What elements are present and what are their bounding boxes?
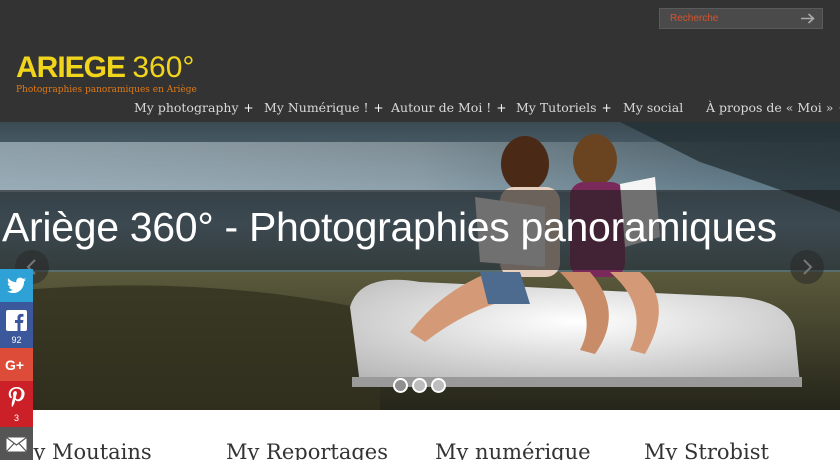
search-input[interactable]: [660, 9, 800, 28]
submenu-plus-icon: +: [601, 101, 612, 115]
featured-sections: My Moutains My Reportages My numérique M…: [0, 410, 840, 460]
search-form: [659, 8, 823, 29]
facebook-share-count: 92: [11, 335, 22, 345]
slider-dot-2[interactable]: [412, 378, 427, 393]
chevron-right-icon: [803, 259, 813, 275]
envelope-icon: [6, 437, 27, 452]
submenu-plus-icon: +: [496, 101, 507, 115]
pinterest-p-icon: [8, 387, 25, 408]
twitter-bird-icon: [7, 277, 26, 294]
slider-dot-3[interactable]: [431, 378, 446, 393]
nav-item-label: À propos de « Moi »: [706, 100, 834, 115]
section-heading-strobist[interactable]: My Strobist: [644, 440, 769, 460]
nav-item-my-numerique[interactable]: My Numérique ! +: [264, 100, 384, 115]
nav-item-autour-de-moi[interactable]: Autour de Moi ! +: [391, 100, 506, 115]
pinterest-share-count: 3: [13, 413, 19, 423]
nav-item-label: Autour de Moi !: [391, 100, 492, 115]
arrow-right-icon[interactable]: [800, 12, 816, 25]
site-tagline: Photographies panoramiques en Ariège: [16, 85, 197, 95]
nav-item-my-photography[interactable]: My photography +: [134, 100, 254, 115]
nav-item-my-tutoriels[interactable]: My Tutoriels +: [516, 100, 612, 115]
site-header: ARIEGE 360° Photographies panoramiques e…: [0, 0, 840, 122]
hero-title: Ariège 360° - Photographies panoramiques: [2, 204, 777, 250]
nav-item-label: My Tutoriels: [516, 100, 597, 115]
share-googleplus-button[interactable]: G+: [0, 348, 33, 381]
logo-wordmark: ARIEGE: [16, 51, 126, 84]
hero-slider: Ariège 360° - Photographies panoramiques: [0, 122, 840, 410]
submenu-plus-icon: +: [373, 101, 384, 115]
submenu-plus-icon: +: [243, 101, 254, 115]
share-twitter-button[interactable]: [0, 269, 33, 302]
slider-dot-1[interactable]: [393, 378, 408, 393]
nav-item-label: My Numérique !: [264, 100, 369, 115]
google-plus-icon: G+: [5, 358, 24, 371]
slider-next-button[interactable]: [790, 250, 824, 284]
hero-caption-band: Ariège 360° - Photographies panoramiques: [0, 190, 840, 270]
facebook-f-icon: [6, 310, 27, 331]
svg-text:G+: G+: [5, 358, 24, 371]
share-facebook-button[interactable]: 92: [0, 302, 33, 348]
share-pinterest-button[interactable]: 3: [0, 381, 33, 427]
main-navigation: My photography + My Numérique ! + Autour d…: [0, 96, 840, 122]
section-heading-reportages[interactable]: My Reportages: [226, 440, 388, 460]
nav-item-label: My social: [623, 100, 684, 115]
nav-item-a-propos[interactable]: À propos de « Moi »+: [706, 100, 840, 115]
nav-item-my-social[interactable]: My social: [623, 100, 683, 115]
share-email-button[interactable]: [0, 427, 33, 460]
nav-item-label: My photography: [134, 100, 239, 115]
logo-number: 360°: [132, 51, 195, 84]
section-heading-numerique[interactable]: My numérique: [435, 440, 591, 460]
